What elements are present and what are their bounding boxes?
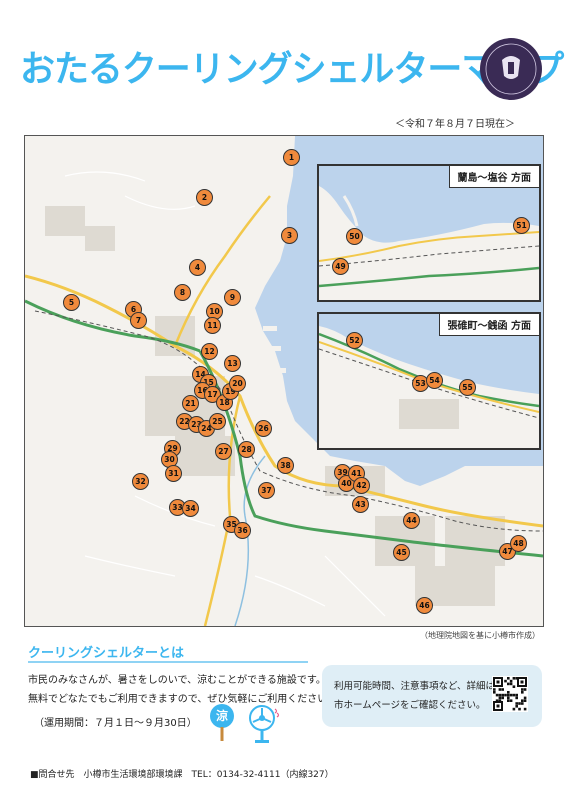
shelter-pin-38[interactable]: 38 [277, 457, 294, 474]
shelter-pin-50[interactable]: 50 [346, 228, 363, 245]
qr-code[interactable] [492, 676, 528, 712]
shelter-pin-49[interactable]: 49 [332, 258, 349, 275]
shelter-pin-51[interactable]: 51 [513, 217, 530, 234]
operation-period: （運用期間：７月１日～９月30日） [34, 718, 197, 729]
about-text-1: 市民のみなさんが、暑さをしのいで、涼むことができる施設です。 [28, 675, 326, 686]
heading-underline [28, 661, 308, 663]
shelter-pin-45[interactable]: 45 [393, 544, 410, 561]
shelter-pin-54[interactable]: 54 [426, 372, 443, 389]
shelter-map[interactable]: 蘭島～塩谷 方面 張碓町～銭函 方面 1 2 3 4 5 6 7 8 9 10 11 12 13 14 15… [24, 135, 544, 627]
shelter-pin-28[interactable]: 28 [238, 441, 255, 458]
shelter-pin-1[interactable]: 1 [283, 149, 300, 166]
shelter-pin-2[interactable]: 2 [196, 189, 213, 206]
inset-label: 張碓町～銭函 方面 [438, 314, 539, 336]
shelter-pin-27[interactable]: 27 [215, 443, 232, 460]
shelter-pin-20[interactable]: 20 [229, 375, 246, 392]
shelter-pin-52[interactable]: 52 [346, 332, 363, 349]
shelter-pin-11[interactable]: 11 [204, 317, 221, 334]
shelter-pin-32[interactable]: 32 [132, 473, 149, 490]
shelter-pin-8[interactable]: 8 [174, 284, 191, 301]
shelter-pin-26[interactable]: 26 [255, 420, 272, 437]
shelter-pin-5[interactable]: 5 [63, 294, 80, 311]
shelter-pin-25[interactable]: 25 [209, 413, 226, 430]
about-text-2: 無料でどなたでもご利用できますので、ぜひ気軽にご利用ください！ [28, 694, 338, 705]
shelter-pin-3[interactable]: 3 [281, 227, 298, 244]
inset-label: 蘭島～塩谷 方面 [448, 166, 539, 188]
shelter-pin-46[interactable]: 46 [416, 597, 433, 614]
shelter-pin-43[interactable]: 43 [352, 496, 369, 513]
about-heading: クーリングシェルターとは [28, 646, 185, 661]
contact-text-2: 市ホームページをご確認ください。 [334, 700, 486, 711]
fan-icon-char: 涼 [216, 708, 228, 723]
electric-fan-icon [246, 703, 282, 747]
uchiwa-fan-icon: 涼 [208, 703, 236, 741]
shelter-pin-48[interactable]: 48 [510, 535, 527, 552]
contact-footer: ■問合せ先 小樽市生活環境部環境課 TEL：0134-32-4111（内線327… [30, 770, 334, 780]
shelter-pin-42[interactable]: 42 [353, 477, 370, 494]
shelter-pin-12[interactable]: 12 [201, 343, 218, 360]
as-of-date: ＜令和７年８月７日現在＞ [395, 119, 515, 130]
shelter-pin-9[interactable]: 9 [224, 289, 241, 306]
shelter-pin-37[interactable]: 37 [258, 482, 275, 499]
shelter-pin-44[interactable]: 44 [403, 512, 420, 529]
shelter-pin-13[interactable]: 13 [224, 355, 241, 372]
shelter-pin-55[interactable]: 55 [459, 379, 476, 396]
shelter-pin-34[interactable]: 34 [182, 500, 199, 517]
shelter-pin-36[interactable]: 36 [234, 522, 251, 539]
shelter-pin-4[interactable]: 4 [189, 259, 206, 276]
contact-text-1: 利用可能時間、注意事項など、詳細は [334, 681, 496, 692]
shelter-pin-21[interactable]: 21 [182, 395, 199, 412]
shelter-pin-31[interactable]: 31 [165, 465, 182, 482]
shelter-pin-7[interactable]: 7 [130, 312, 147, 329]
map-credit: （地理院地図を基に小樽市作成） [420, 631, 540, 640]
city-emblem-logo [480, 38, 542, 100]
